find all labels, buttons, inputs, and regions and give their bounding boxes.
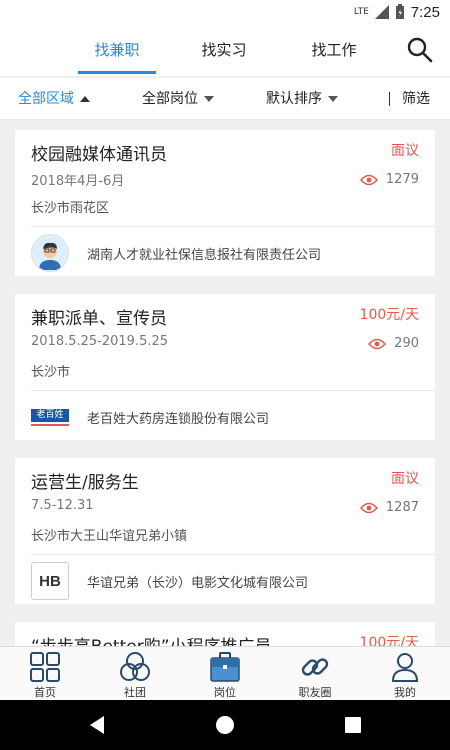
status-bar: LTE 7:25 [0, 0, 450, 24]
recents-icon[interactable] [343, 715, 363, 735]
screen-filter[interactable]: 筛选 [389, 78, 430, 120]
job-title: 兼职派单、宣传员 [31, 309, 167, 329]
nav-profile-label: 我的 [394, 686, 416, 699]
job-list: 校园融媒体通讯员 面议 2018年4月-6月 1279 长沙市雨花区 湖南人才就… [0, 120, 450, 646]
nav-home-label: 首页 [34, 686, 56, 699]
job-card[interactable]: 兼职派单、宣传员 100元/天 2018.5.25-2019.5.25 290 … [15, 294, 435, 440]
caret-down-icon [328, 96, 338, 102]
link-icon [301, 658, 329, 676]
screen-filter-label: 筛选 [402, 91, 430, 107]
network-indicator: LTE [353, 7, 369, 17]
position-filter[interactable]: 全部岗位 [142, 78, 214, 120]
card-divider [31, 390, 435, 391]
job-card[interactable]: 运营生/服务生 面议 7.5-12.31 1287 长沙市大王山华谊兄弟小镇 H… [15, 458, 435, 604]
company-logo-text: HB [39, 572, 61, 590]
job-pay: 面议 [391, 143, 419, 159]
sort-filter[interactable]: 默认排序 [266, 78, 338, 120]
view-count: 1279 [359, 172, 419, 187]
job-title: 运营生/服务生 [31, 473, 139, 493]
signal-icon [374, 5, 389, 19]
company-row: HB 华谊兄弟（长沙）电影文化城有限公司 [31, 562, 308, 600]
company-name: 华谊兄弟（长沙）电影文化城有限公司 [87, 575, 309, 591]
briefcase-icon [210, 652, 240, 682]
home-icon[interactable] [215, 715, 235, 735]
job-card[interactable]: 校园融媒体通讯员 面议 2018年4月-6月 1279 长沙市雨花区 湖南人才就… [15, 130, 435, 276]
nav-friends[interactable]: 职友圈 [270, 647, 360, 701]
company-logo: HB [31, 562, 69, 600]
logo-stripe [31, 423, 69, 426]
company-row: 老百姓 老百姓大药房连锁股份有限公司 [31, 398, 269, 436]
company-avatar [31, 234, 69, 272]
nav-club-label: 社团 [124, 686, 146, 699]
caret-down-icon [204, 96, 214, 102]
nav-friends-label: 职友圈 [298, 686, 332, 699]
job-location: 长沙市 [31, 365, 71, 380]
job-location: 长沙市大王山华谊兄弟小镇 [31, 529, 188, 544]
filter-bar: 全部区域 全部岗位 默认排序 筛选 [0, 78, 450, 120]
back-icon[interactable] [88, 715, 108, 735]
company-logo-text: 老百姓 [31, 408, 69, 422]
company-name: 老百姓大药房连锁股份有限公司 [87, 411, 270, 427]
nav-profile[interactable]: 我的 [360, 647, 450, 701]
search-icon[interactable] [406, 36, 434, 64]
person-icon [391, 653, 419, 682]
view-count: 1287 [359, 500, 419, 515]
filter-divider [389, 92, 390, 106]
nav-jobs[interactable]: 岗位 [180, 647, 270, 701]
nav-home[interactable]: 首页 [0, 647, 90, 701]
company-row: 湖南人才就业社保信息报社有限责任公司 [31, 234, 321, 272]
eye-icon [368, 338, 387, 349]
view-count-value: 1287 [385, 500, 419, 515]
company-logo: 老百姓 [31, 398, 69, 436]
job-card[interactable]: “步步高Better购”小程序推广员 100元/天 [15, 622, 435, 646]
view-count: 290 [368, 336, 419, 351]
job-pay: 面议 [391, 471, 419, 487]
job-date: 2018.5.25-2019.5.25 [31, 334, 169, 349]
area-filter[interactable]: 全部区域 [18, 78, 90, 120]
job-pay: 100元/天 [359, 307, 419, 323]
card-divider [31, 226, 435, 227]
tab-full-time[interactable]: 找工作 [298, 24, 370, 76]
sort-filter-label: 默认排序 [266, 91, 322, 107]
job-location: 长沙市雨花区 [31, 201, 110, 216]
nav-club[interactable]: 社团 [90, 647, 180, 701]
top-tab-bar: 找兼职 找实习 找工作 [0, 24, 450, 76]
caret-up-icon [80, 96, 90, 102]
bottom-nav: 首页 社团 岗位 职友圈 我的 [0, 646, 450, 700]
home-grid-icon [30, 652, 60, 682]
tab-part-time[interactable]: 找兼职 [78, 24, 156, 76]
company-name: 湖南人才就业社保信息报社有限责任公司 [87, 247, 322, 263]
area-filter-label: 全部区域 [18, 91, 74, 107]
avatar-person-icon [33, 236, 67, 270]
view-count-value: 1279 [385, 172, 419, 187]
job-title: “步步高Better购”小程序推广员 [31, 632, 272, 646]
nav-jobs-label: 岗位 [214, 686, 236, 699]
job-pay: 100元/天 [359, 635, 419, 646]
view-count-value: 290 [394, 336, 419, 351]
job-title: 校园融媒体通讯员 [31, 145, 167, 165]
clock: 7:25 [410, 3, 440, 21]
job-date: 7.5-12.31 [31, 498, 94, 513]
position-filter-label: 全部岗位 [142, 91, 198, 107]
eye-icon [359, 174, 378, 185]
job-date: 2018年4月-6月 [31, 174, 125, 189]
system-nav-bar [0, 700, 450, 750]
eye-icon [359, 502, 378, 513]
card-divider [31, 554, 435, 555]
club-circles-icon [120, 652, 150, 681]
tab-internship[interactable]: 找实习 [188, 24, 260, 76]
battery-icon [395, 4, 404, 19]
